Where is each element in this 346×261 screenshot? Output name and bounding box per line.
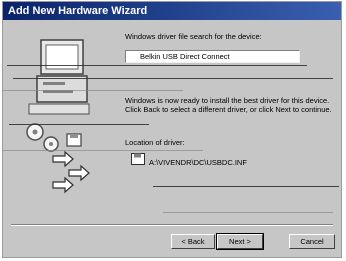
floppy-icon — [66, 133, 82, 147]
scan-artifact — [9, 124, 149, 125]
scan-artifact — [3, 90, 183, 91]
device-name-field: Belkin USB Direct Connect — [125, 50, 300, 63]
wizard-illustration — [26, 39, 90, 194]
disk-icon — [26, 123, 59, 152]
scan-artifact — [3, 150, 203, 151]
computer-icon — [28, 39, 90, 115]
next-button[interactable]: Next > — [216, 233, 264, 250]
window-title: Add New Hardware Wizard — [8, 5, 148, 17]
arrow-icon — [52, 150, 90, 194]
location-label: Location of driver: — [125, 138, 185, 147]
scan-artifact — [153, 186, 339, 187]
scan-artifact — [7, 65, 307, 66]
scan-artifact — [13, 78, 333, 79]
floppy-icon — [131, 153, 145, 165]
device-name: Belkin USB Direct Connect — [140, 52, 230, 61]
back-button[interactable]: < Back — [171, 234, 215, 249]
driver-path: A:\VIVENDR\DC\USBDC.INF — [149, 158, 247, 167]
cancel-button[interactable]: Cancel — [289, 234, 335, 249]
title-bar[interactable]: Add New Hardware Wizard — [3, 2, 341, 20]
search-heading: Windows driver file search for the devic… — [125, 32, 262, 41]
scan-artifact — [163, 212, 333, 213]
button-separator — [11, 224, 333, 226]
install-message: Windows is now ready to install the best… — [125, 96, 332, 114]
wizard-window: Add New Hardware Wizard Windows driver f… — [2, 1, 342, 258]
